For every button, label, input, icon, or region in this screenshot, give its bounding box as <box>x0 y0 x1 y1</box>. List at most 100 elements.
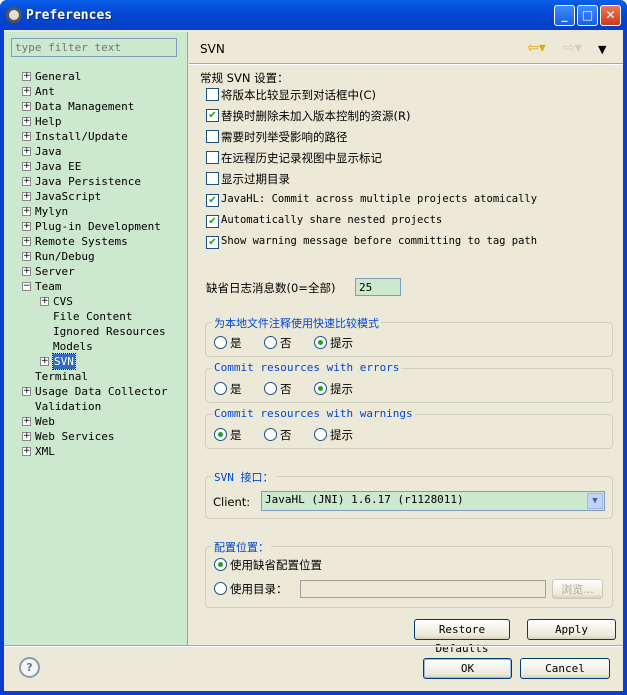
checkbox[interactable]: ✔ <box>206 215 219 228</box>
restore-defaults-button[interactable]: Restore Defaults <box>414 619 510 655</box>
apply-button[interactable]: Apply <box>527 619 616 640</box>
radio-button[interactable] <box>214 428 227 441</box>
checkbox-label: 将版本比较显示到对话框中(C) <box>221 88 377 102</box>
expand-icon[interactable]: + <box>22 117 31 126</box>
tree-item[interactable]: Plug-in Development <box>35 219 161 234</box>
checkbox[interactable] <box>206 88 219 101</box>
tree-item[interactable]: SVN <box>52 353 76 370</box>
ok-button[interactable]: OK <box>423 658 512 679</box>
radio-group-legend: 为本地文件注释使用快速比较模式 <box>212 315 381 331</box>
tree-item[interactable]: Java <box>35 144 62 159</box>
radio-button[interactable] <box>264 382 277 395</box>
radio-label: 是 <box>230 428 242 442</box>
back-arrow-icon[interactable]: ⇦▾ <box>527 40 546 56</box>
expand-icon[interactable]: + <box>22 222 31 231</box>
checkbox[interactable] <box>206 151 219 164</box>
expand-icon[interactable]: + <box>22 162 31 171</box>
expand-icon[interactable]: + <box>22 87 31 96</box>
checkbox[interactable]: ✔ <box>206 194 219 207</box>
expand-icon[interactable]: + <box>22 177 31 186</box>
log-count-input[interactable] <box>355 278 401 296</box>
tree-item[interactable]: File Content <box>53 309 132 324</box>
expand-icon[interactable]: + <box>22 267 31 276</box>
radio-group: 为本地文件注释使用快速比较模式是 否 提示 <box>205 315 613 357</box>
radio-button[interactable] <box>214 382 227 395</box>
minimize-button[interactable]: _ <box>554 5 575 26</box>
radio-button[interactable] <box>314 382 327 395</box>
tree-item[interactable]: Usage Data Collector <box>35 384 167 399</box>
tree-item[interactable]: CVS <box>53 294 73 309</box>
tree-item[interactable]: Java EE <box>35 159 81 174</box>
expand-icon[interactable]: + <box>40 357 49 366</box>
tree-item[interactable]: Web Services <box>35 429 114 444</box>
expand-icon[interactable]: + <box>22 147 31 156</box>
radio-button[interactable] <box>214 336 227 349</box>
filter-input[interactable] <box>11 38 177 57</box>
header-separator <box>189 63 623 65</box>
expand-icon[interactable]: + <box>40 297 49 306</box>
radio-button[interactable] <box>314 336 327 349</box>
forward-arrow-icon[interactable]: ⇨▾ <box>563 40 582 56</box>
expand-icon[interactable]: + <box>22 432 31 441</box>
checkbox[interactable] <box>206 130 219 143</box>
title-bar[interactable]: Preferences _ □ ✕ <box>0 0 627 30</box>
expand-icon[interactable]: + <box>22 417 31 426</box>
radio-button[interactable] <box>264 336 277 349</box>
expand-icon[interactable]: + <box>22 72 31 81</box>
radio-label: 否 <box>280 428 292 442</box>
default-config-radio[interactable] <box>214 558 227 571</box>
expand-icon[interactable]: + <box>22 132 31 141</box>
tree-item[interactable]: JavaScript <box>35 189 101 204</box>
tree-item[interactable]: Ant <box>35 84 55 99</box>
view-menu-icon[interactable]: ▼ <box>598 43 606 56</box>
directory-input[interactable] <box>300 580 546 598</box>
tree-item[interactable]: Mylyn <box>35 204 68 219</box>
footer-separator <box>4 645 623 647</box>
tree-item[interactable]: Web <box>35 414 55 429</box>
chevron-down-icon[interactable]: ▼ <box>587 493 603 509</box>
config-location-group: 配置位置： 使用缺省配置位置 使用目录： 浏览... <box>205 539 613 608</box>
checkbox[interactable]: ✔ <box>206 109 219 122</box>
tree-item[interactable]: Terminal <box>35 369 88 384</box>
tree-item[interactable]: Server <box>35 264 75 279</box>
dialog-body: + General + Ant + Data Management + Help + Instal… <box>4 30 623 691</box>
tree-item[interactable]: XML <box>35 444 55 459</box>
client-select[interactable]: JavaHL (JNI) 1.6.17 (r1128011) ▼ <box>261 491 605 511</box>
radio-group: Commit resources with errors 是 否 提示 <box>205 361 613 403</box>
cancel-button[interactable]: Cancel <box>520 658 610 679</box>
close-button[interactable]: ✕ <box>600 5 621 26</box>
radio-button[interactable] <box>264 428 277 441</box>
collapse-icon[interactable]: − <box>22 282 31 291</box>
radio-button[interactable] <box>314 428 327 441</box>
log-count-label: 缺省日志消息数(0=全部) <box>206 281 336 295</box>
tree-item[interactable]: Team <box>35 279 62 294</box>
use-directory-radio[interactable] <box>214 582 227 595</box>
checkbox[interactable]: ✔ <box>206 236 219 249</box>
config-location-legend: 配置位置： <box>212 539 271 555</box>
checkbox-label: Show warning message before committing t… <box>221 235 538 247</box>
preferences-window: Preferences _ □ ✕ + General + Ant + Data Mana… <box>0 0 627 695</box>
expand-icon[interactable]: + <box>22 447 31 456</box>
expand-icon[interactable]: + <box>22 252 31 261</box>
tree-item[interactable]: Run/Debug <box>35 249 95 264</box>
tree-item[interactable]: Validation <box>35 399 101 414</box>
tree-item[interactable]: Help <box>35 114 62 129</box>
tree-item[interactable]: Java Persistence <box>35 174 141 189</box>
tree-item[interactable]: Models <box>53 339 93 354</box>
client-label: Client: <box>213 495 251 509</box>
tree-item[interactable]: Data Management <box>35 99 134 114</box>
help-icon[interactable]: ? <box>19 657 40 678</box>
tree-item[interactable]: Ignored Resources <box>53 324 166 339</box>
expand-icon[interactable]: + <box>22 207 31 216</box>
expand-icon[interactable]: + <box>22 387 31 396</box>
tree-item[interactable]: Install/Update <box>35 129 128 144</box>
maximize-button[interactable]: □ <box>577 5 598 26</box>
tree-item[interactable]: General <box>35 69 81 84</box>
checkbox[interactable] <box>206 172 219 185</box>
radio-label: 提示 <box>330 382 353 396</box>
browse-button[interactable]: 浏览... <box>552 579 603 599</box>
tree-item[interactable]: Remote Systems <box>35 234 128 249</box>
expand-icon[interactable]: + <box>22 192 31 201</box>
expand-icon[interactable]: + <box>22 237 31 246</box>
expand-icon[interactable]: + <box>22 102 31 111</box>
